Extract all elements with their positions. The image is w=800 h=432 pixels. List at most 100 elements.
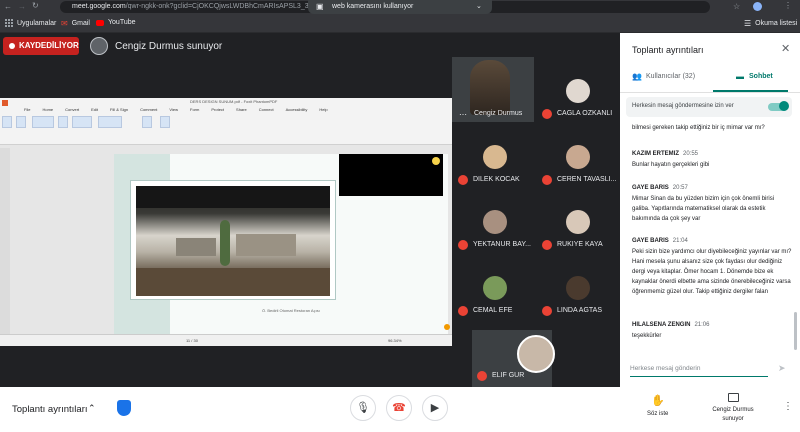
tab-people[interactable]: Kullanıcılar (32) [646, 73, 695, 80]
more-options-icon[interactable]: ⋯ [459, 110, 467, 119]
bookmark-label: YouTube [108, 19, 136, 26]
profile-avatar[interactable] [753, 2, 762, 11]
mic-icon: 🎙 [356, 402, 370, 414]
reload-icon[interactable]: ↻ [32, 1, 39, 10]
chat-permission-label: Herkesin mesaj göndermesine izin ver [632, 103, 734, 109]
chat-message-text: Bunlar hayatın gerçekleri gibi [632, 162, 710, 168]
bookmark-gmail[interactable]: ✉ Gmail [61, 19, 90, 28]
chat-scrollbar[interactable] [794, 312, 797, 350]
zoom-tool-icon [58, 116, 68, 128]
ribbon-tab: Comment [140, 107, 158, 112]
hang-up-button[interactable]: ☎ [386, 395, 412, 421]
bookmark-apps[interactable]: Uygulamalar [5, 19, 56, 27]
panel-title: Toplantı ayrıntıları [632, 45, 704, 55]
participant-name: ELIF GUR [492, 372, 525, 379]
participant-avatar [566, 276, 590, 300]
back-icon[interactable]: ← [4, 2, 12, 11]
mic-button[interactable]: 🎙 [350, 395, 376, 421]
participant-avatar [566, 79, 590, 103]
ribbon-tab: File [24, 107, 31, 112]
people-icon: 👥 [632, 72, 642, 81]
apps-grid-icon [5, 19, 13, 27]
meeting-details-button[interactable]: Toplantı ayrıntıları [12, 404, 88, 415]
mic-off-icon [542, 306, 552, 316]
chevron-up-icon[interactable]: ⌃ [88, 403, 96, 414]
chat-message-text: Peki sizin bize yardımcı olur diyebilece… [632, 249, 792, 295]
snapshot-icon [32, 116, 54, 128]
typewriter-icon [142, 116, 152, 128]
mic-off-icon [477, 371, 487, 381]
reading-list-label: Okuma listesi [755, 20, 798, 27]
reading-list-icon: ☰ [744, 19, 752, 28]
bookmark-label: Uygulamalar [17, 19, 57, 27]
participant-name: Cengiz Durmus [474, 110, 523, 117]
bookmark-label: Gmail [71, 20, 90, 27]
presenting-label[interactable]: Cengiz Durmus sunuyor [708, 406, 758, 424]
chat-sender: GAYE BARIS [632, 185, 669, 191]
browser-menu-icon[interactable]: ⋮ [784, 1, 792, 10]
forward-icon[interactable]: → [18, 2, 26, 11]
pdf-side-panel [0, 148, 10, 338]
tab-divider [620, 92, 800, 93]
recording-dot-icon [9, 43, 15, 49]
chat-time: 20:55 [683, 151, 699, 157]
chat-message-text: teşekkürler [632, 333, 662, 339]
ribbon-tab: Form [190, 107, 200, 112]
chat-sender: GAYE BARIS [632, 238, 669, 244]
chat-time: 21:04 [672, 238, 688, 244]
chat-time: 21:06 [694, 322, 710, 328]
toggle-knob [779, 101, 789, 111]
ribbon-tab: View [169, 107, 179, 112]
participant-video [470, 60, 510, 115]
status-icon [444, 324, 450, 330]
youtube-icon [96, 19, 104, 26]
mic-off-icon [542, 240, 552, 250]
ribbon-tab: Convert [65, 107, 80, 112]
select-tool-icon [16, 116, 26, 128]
participant-name: YEKTANUR BAY... [473, 241, 531, 248]
phone-hangup-icon: ☎ [392, 402, 406, 414]
chat-time: 20:57 [672, 185, 688, 191]
more-options-icon[interactable]: ⋮ [783, 401, 793, 412]
raise-hand-icon[interactable]: ✋ [651, 394, 665, 407]
chat-message-header: GAYE BARIS 20:57 [632, 185, 688, 191]
page-indicator: 11 / 30 [186, 338, 198, 343]
participant-name: DILEK KOCAK [473, 176, 520, 183]
chat-message-header: GAYE BARIS 21:04 [632, 238, 688, 244]
camera-in-use-toast: ▣ web kamerasını kullanıyor ⌄ [308, 0, 492, 14]
ribbon-tab: Home [42, 107, 54, 112]
chevron-down-icon[interactable]: ⌄ [476, 0, 482, 14]
reading-list[interactable]: ☰ Okuma listesi [744, 19, 797, 28]
participant-name: RUKIYE KAYA [557, 241, 603, 248]
camera-icon: ▶ [430, 402, 440, 414]
lightbulb-icon [432, 157, 440, 165]
close-icon[interactable]: ✕ [781, 42, 790, 55]
shield-icon[interactable] [117, 400, 131, 416]
chat-input[interactable]: Herkese mesaj gönderin [630, 365, 768, 377]
ribbon-tab: Protect [211, 107, 225, 112]
presenter-label: Cengiz Durmus sunuyor [115, 41, 223, 52]
participant-avatar [483, 210, 507, 234]
presenter-avatar [90, 37, 108, 55]
ribbon-tab: Accessibility [285, 107, 308, 112]
mic-off-icon [458, 306, 468, 316]
pdf-ribbon-tabs: File Home Convert Edit Fill & Sign Comme… [24, 107, 328, 112]
mic-off-icon [458, 240, 468, 250]
bookmark-youtube[interactable]: YouTube [96, 19, 136, 26]
send-icon[interactable]: ➤ [778, 363, 786, 374]
pdf-status-bar: 11 / 30 96.34% [0, 334, 452, 346]
chat-message-text: Mimar Sinan da bu yüzden bizim için çok … [632, 196, 775, 222]
ribbon-tab: Share [236, 107, 247, 112]
participant-avatar [517, 335, 555, 373]
present-screen-icon[interactable] [728, 393, 739, 402]
chat-message-header: HILALSENA ZENGIN 21:06 [632, 322, 709, 328]
camera-button[interactable]: ▶ [422, 395, 448, 421]
mic-off-icon [458, 175, 468, 185]
chat-messages: bilmesi gereken takip ettiğiniz bir iç m… [626, 119, 794, 353]
chat-message-text: bilmesi gereken takip ettiğiniz bir iç m… [632, 125, 765, 131]
camera-icon: ▣ [316, 2, 324, 11]
foxit-logo-icon [2, 100, 8, 106]
participant-avatar [483, 276, 507, 300]
star-icon[interactable]: ☆ [733, 2, 740, 11]
tab-chat[interactable]: Sohbet [749, 73, 773, 80]
